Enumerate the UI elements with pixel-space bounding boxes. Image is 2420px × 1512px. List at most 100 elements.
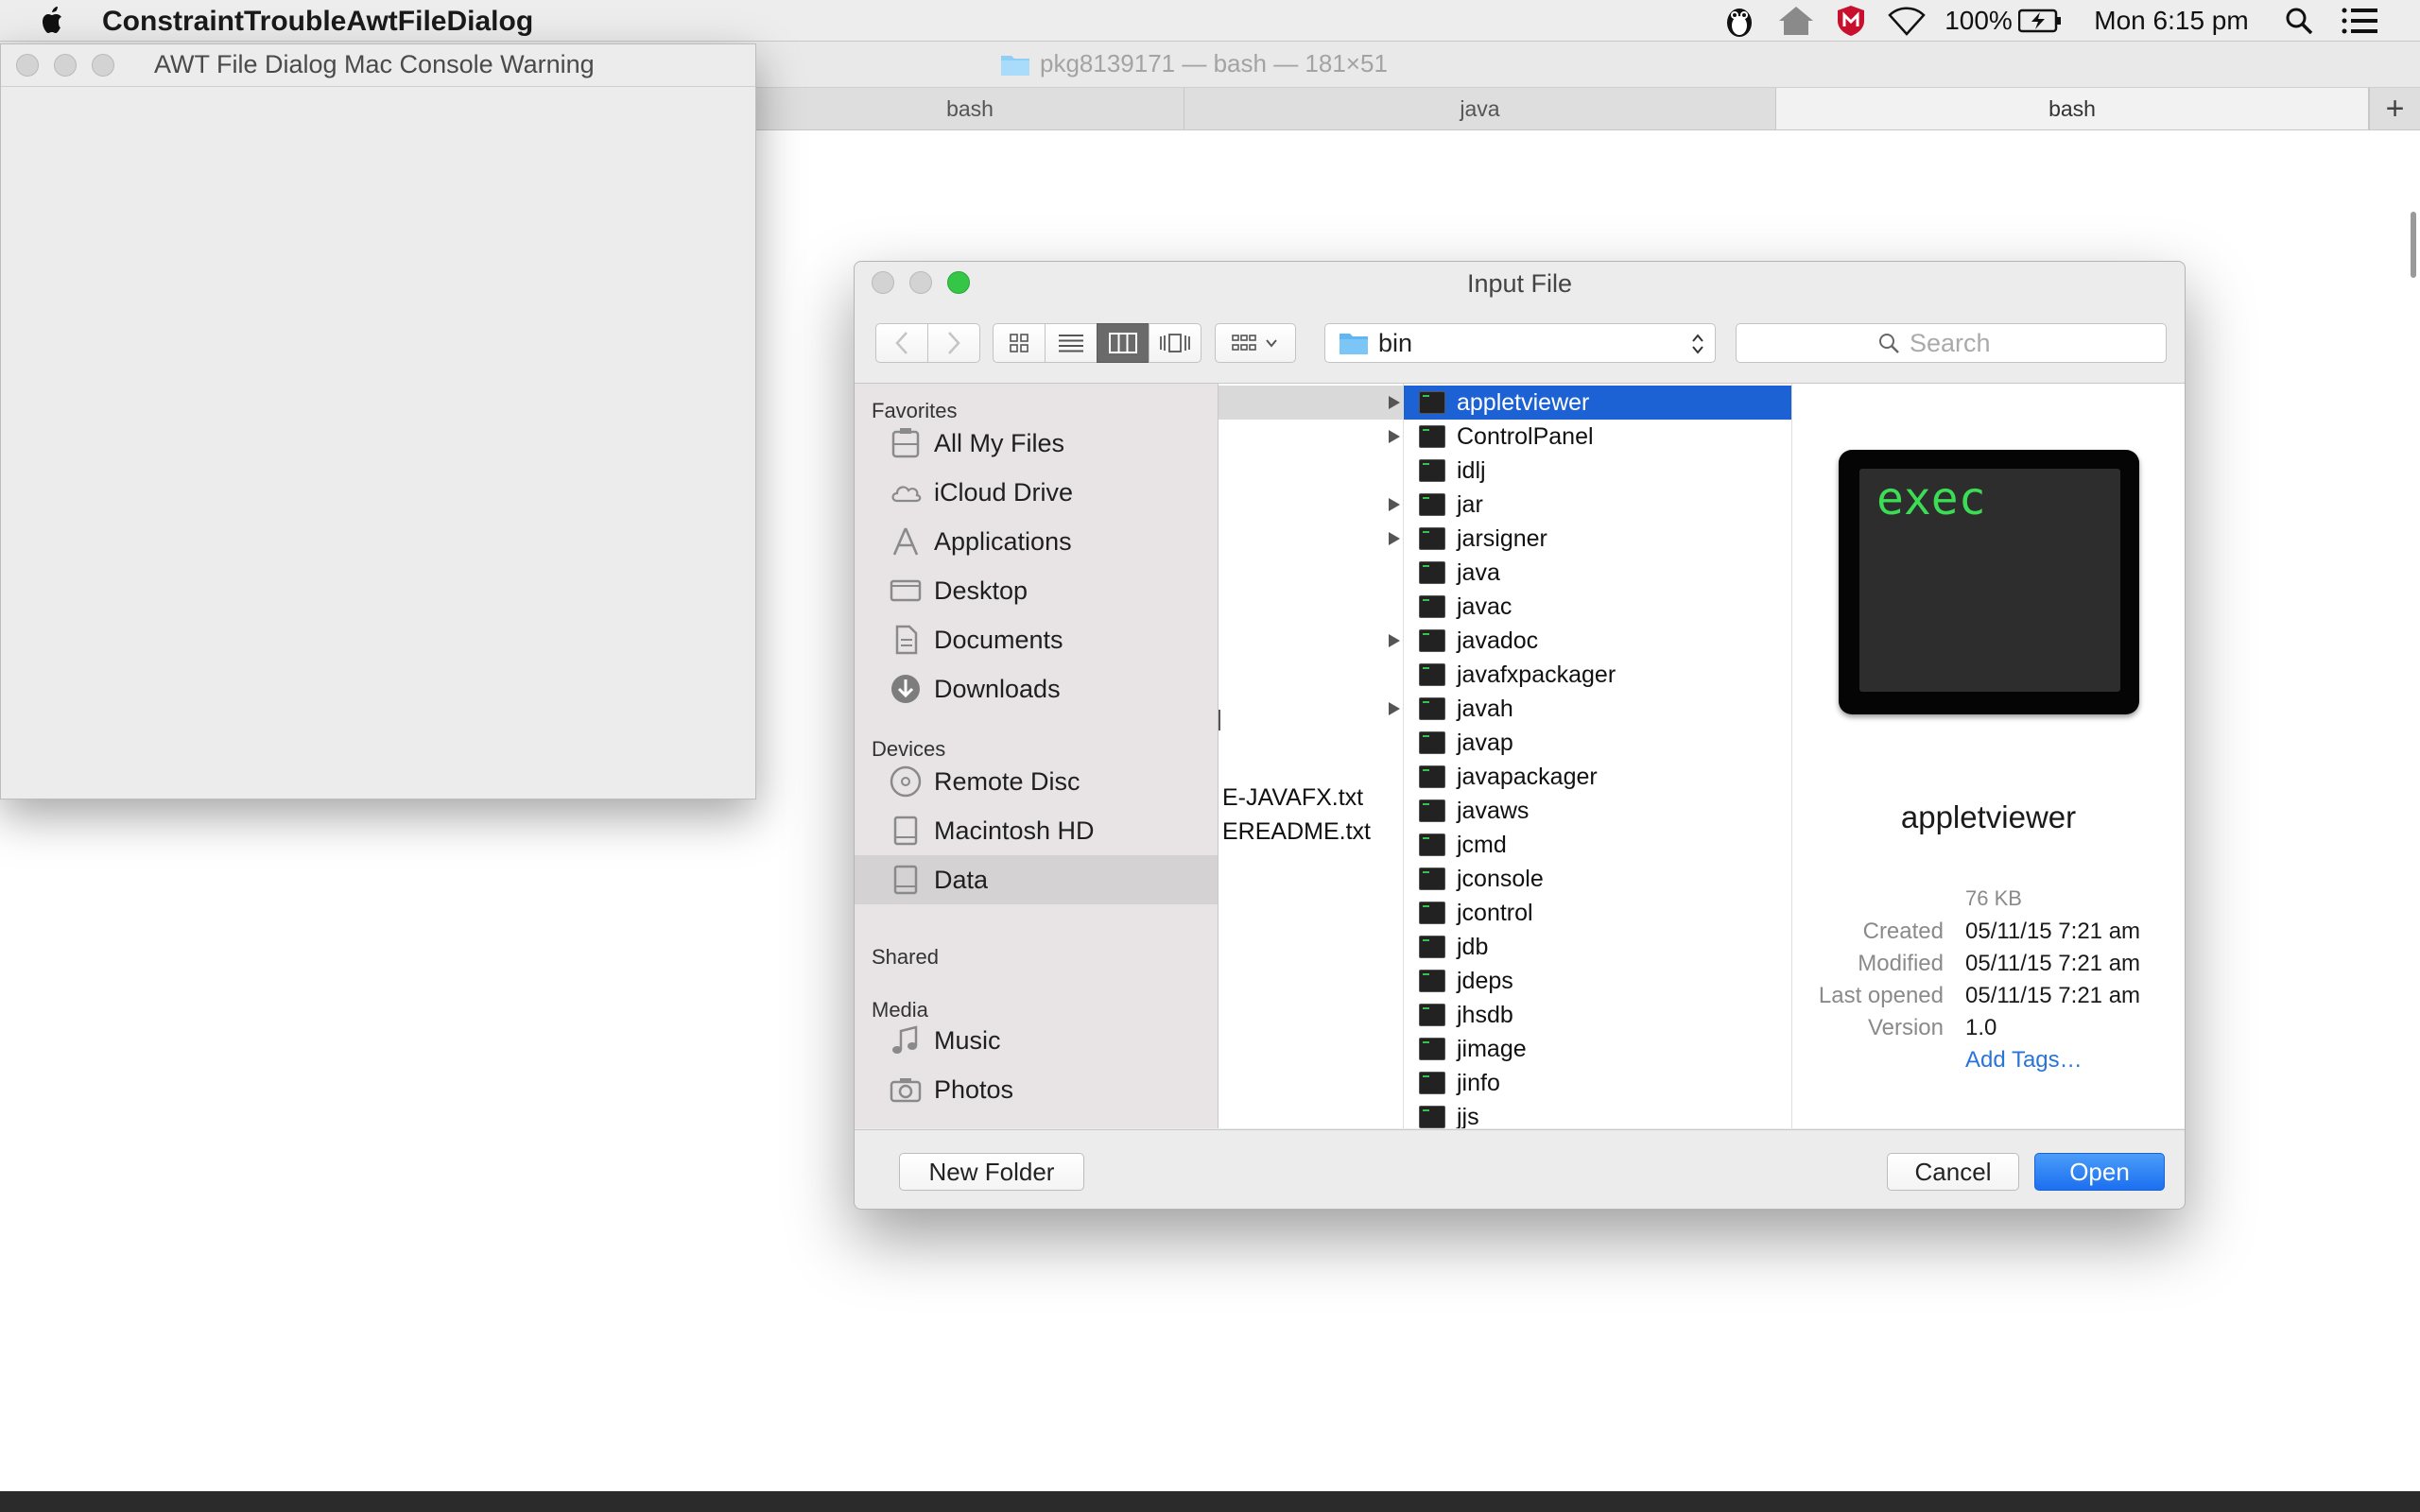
executable-file-icon xyxy=(1419,970,1445,992)
cover-flow-button[interactable] xyxy=(1149,323,1201,363)
file-row[interactable]: jcontrol xyxy=(1404,896,1791,930)
file-row[interactable]: jimage xyxy=(1404,1032,1791,1066)
menu-clock[interactable]: Mon 6:15 pm xyxy=(2083,0,2259,42)
file-row[interactable]: javap xyxy=(1404,726,1791,760)
cover-flow-icon xyxy=(1160,334,1190,352)
sidebar-item-documents[interactable]: Documents xyxy=(855,615,1218,664)
sidebar-item-photos[interactable]: Photos xyxy=(855,1065,1218,1114)
spotlight-search-icon[interactable] xyxy=(2280,0,2318,42)
apple-icon[interactable] xyxy=(36,4,70,38)
search-input[interactable] xyxy=(1908,327,2025,359)
new-folder-button[interactable]: New Folder xyxy=(899,1153,1084,1191)
minimize-button[interactable] xyxy=(54,54,77,77)
sidebar-item-data[interactable]: Data xyxy=(855,855,1218,904)
file-row[interactable]: javah xyxy=(1404,692,1791,726)
preview-pane: exec appletviewer 76 KB Created 05/11/15… xyxy=(1792,384,2185,1128)
file-row[interactable]: jconsole xyxy=(1404,862,1791,896)
battery-icon[interactable] xyxy=(2017,0,2063,42)
list-item[interactable]: EREADME.txt xyxy=(1219,815,1403,849)
new-tab-button[interactable]: + xyxy=(2369,88,2420,129)
tab-bash-2[interactable]: bash xyxy=(1776,88,2369,129)
file-name: jhsdb xyxy=(1457,1001,1513,1028)
file-name: javafxpackager xyxy=(1457,661,1616,688)
disclosure-triangle-icon xyxy=(1389,532,1400,545)
file-row[interactable]: jdb xyxy=(1404,930,1791,964)
browser-column-bin[interactable]: appletviewer ControlPanel idlj jar jarsigner… xyxy=(1404,384,1792,1128)
list-view-button[interactable] xyxy=(1045,323,1098,363)
chevron-left-icon xyxy=(895,332,908,354)
executable-file-icon xyxy=(1419,697,1445,720)
current-folder-label: bin xyxy=(1378,328,1413,357)
desktop-icon xyxy=(890,579,922,602)
battery-percentage: 100% xyxy=(1945,6,2013,35)
open-button[interactable]: Open xyxy=(2034,1153,2165,1191)
notification-center-icon[interactable] xyxy=(2339,0,2380,42)
sidebar-item-icloud-drive[interactable]: iCloud Drive xyxy=(855,468,1218,517)
all-files-icon xyxy=(891,428,920,458)
add-tags-link[interactable]: Add Tags… xyxy=(1965,1047,2083,1074)
file-row[interactable]: jarsigner xyxy=(1404,522,1791,556)
close-button[interactable] xyxy=(16,54,39,77)
executable-file-icon xyxy=(1419,527,1445,550)
app-menu-title[interactable]: ConstraintTroubleAwtFileDialog xyxy=(102,6,533,38)
search-field[interactable] xyxy=(1736,323,2167,363)
sidebar-item-applications[interactable]: Applications xyxy=(855,517,1218,566)
tab-java[interactable]: java xyxy=(1184,88,1776,129)
file-row[interactable]: javapackager xyxy=(1404,760,1791,794)
file-name: javaws xyxy=(1457,797,1530,824)
last-opened-value: 05/11/15 7:21 am xyxy=(1965,983,2141,1008)
sidebar-item-music[interactable]: Music xyxy=(855,1016,1218,1065)
cloud-icon xyxy=(891,486,922,503)
executable-file-icon xyxy=(1419,868,1445,890)
file-name: jconsole xyxy=(1457,865,1544,892)
sidebar-item-remote-disc[interactable]: Remote Disc xyxy=(855,757,1218,806)
wifi-icon[interactable] xyxy=(1886,0,1927,42)
arrange-button[interactable] xyxy=(1215,323,1296,363)
dialog-toolbar: bin xyxy=(855,309,2185,377)
back-button[interactable] xyxy=(875,323,928,363)
file-row[interactable]: jjs xyxy=(1404,1100,1791,1128)
forward-button[interactable] xyxy=(927,323,980,363)
file-row[interactable]: jinfo xyxy=(1404,1066,1791,1100)
modified-label: Modified xyxy=(1858,951,1944,976)
file-row[interactable]: appletviewer xyxy=(1404,386,1791,420)
file-row[interactable]: java xyxy=(1404,556,1791,590)
zoom-button[interactable] xyxy=(92,54,114,77)
file-row[interactable]: javafxpackager xyxy=(1404,658,1791,692)
file-row[interactable]: jcmd xyxy=(1404,828,1791,862)
sidebar-item-macintosh-hd[interactable]: Macintosh HD xyxy=(855,806,1218,855)
dialog-footer: New Folder Cancel Open xyxy=(855,1129,2185,1209)
file-row[interactable]: javac xyxy=(1404,590,1791,624)
icon-view-icon xyxy=(1010,334,1028,352)
exec-file-icon: exec xyxy=(1839,450,2139,714)
file-row[interactable]: jdeps xyxy=(1404,964,1791,998)
list-item[interactable]: E-JAVAFX.txt xyxy=(1219,781,1403,815)
file-row[interactable]: ControlPanel xyxy=(1404,420,1791,454)
awt-window: AWT File Dialog Mac Console Warning xyxy=(0,43,756,799)
file-name: ControlPanel xyxy=(1457,422,1594,450)
file-row[interactable]: jhsdb xyxy=(1404,998,1791,1032)
terminal-scrollbar[interactable] xyxy=(2411,212,2416,278)
file-row[interactable]: javadoc xyxy=(1404,624,1791,658)
applications-icon xyxy=(892,527,919,556)
penguin-icon[interactable] xyxy=(1722,0,1756,42)
file-row[interactable]: javaws xyxy=(1404,794,1791,828)
file-row[interactable]: idlj xyxy=(1404,454,1791,488)
browser-column-parent[interactable]: E-JAVAFX.txt EREADME.txt xyxy=(1219,384,1404,1128)
version-value: 1.0 xyxy=(1965,1015,1997,1040)
mcafee-shield-icon[interactable] xyxy=(1834,0,1868,42)
awt-window-title: AWT File Dialog Mac Console Warning xyxy=(154,50,595,78)
music-icon xyxy=(892,1025,918,1054)
tab-bash-1[interactable]: bash xyxy=(756,88,1184,129)
column-view-button[interactable] xyxy=(1097,323,1150,363)
home-icon[interactable] xyxy=(1775,0,1817,42)
file-name: appletviewer xyxy=(1457,388,1590,416)
folder-path-popup[interactable]: bin xyxy=(1324,323,1716,363)
sidebar-item-downloads[interactable]: Downloads xyxy=(855,664,1218,713)
sidebar-item-all-my-files[interactable]: All My Files xyxy=(855,419,1218,468)
cancel-button[interactable]: Cancel xyxy=(1887,1153,2019,1191)
executable-file-icon xyxy=(1419,1038,1445,1060)
file-row[interactable]: jar xyxy=(1404,488,1791,522)
icon-view-button[interactable] xyxy=(993,323,1046,363)
sidebar-item-desktop[interactable]: Desktop xyxy=(855,566,1218,615)
